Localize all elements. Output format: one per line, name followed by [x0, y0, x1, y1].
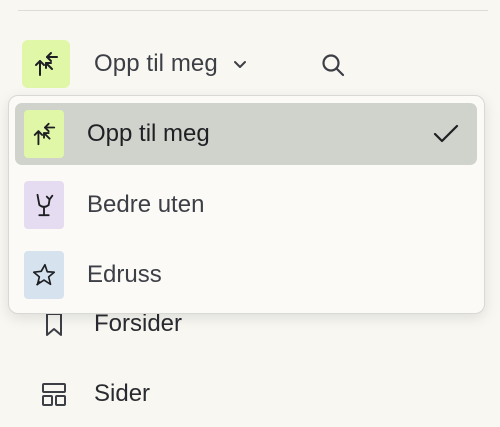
dropdown-item-opp-til-meg[interactable]: Opp til meg [15, 103, 477, 165]
search-icon [322, 54, 345, 77]
top-divider [18, 10, 488, 11]
arrows-converge-icon [33, 122, 56, 146]
space-icon [24, 110, 64, 158]
space-dropdown-menu: Opp til meg Bedre uten Edruss [8, 95, 485, 314]
space-icon [22, 40, 70, 88]
nav-label: Sider [94, 380, 151, 407]
space-name: Opp til meg [94, 50, 218, 77]
nav-item-sider[interactable]: Sider [38, 374, 150, 414]
dropdown-item-bedre-uten[interactable]: Bedre uten [15, 174, 477, 236]
space-icon [24, 251, 64, 299]
dropdown-item-edruss[interactable]: Edruss [15, 244, 477, 306]
arrows-converge-icon [35, 52, 58, 76]
dropdown-item-label: Opp til meg [87, 120, 210, 147]
space-icon [24, 181, 64, 229]
chevron-down-icon [230, 54, 250, 74]
layout-icon [38, 378, 70, 410]
search-button[interactable] [318, 50, 348, 80]
star-icon [32, 263, 56, 286]
broken-glass-icon [36, 193, 54, 217]
space-switcher-button[interactable]: Opp til meg [22, 40, 250, 88]
dropdown-item-label: Edruss [87, 261, 162, 288]
dropdown-item-label: Bedre uten [87, 191, 205, 218]
nav-label: Forsider [94, 310, 183, 337]
space-header: Opp til meg [22, 40, 362, 88]
checkmark-icon [433, 124, 459, 143]
